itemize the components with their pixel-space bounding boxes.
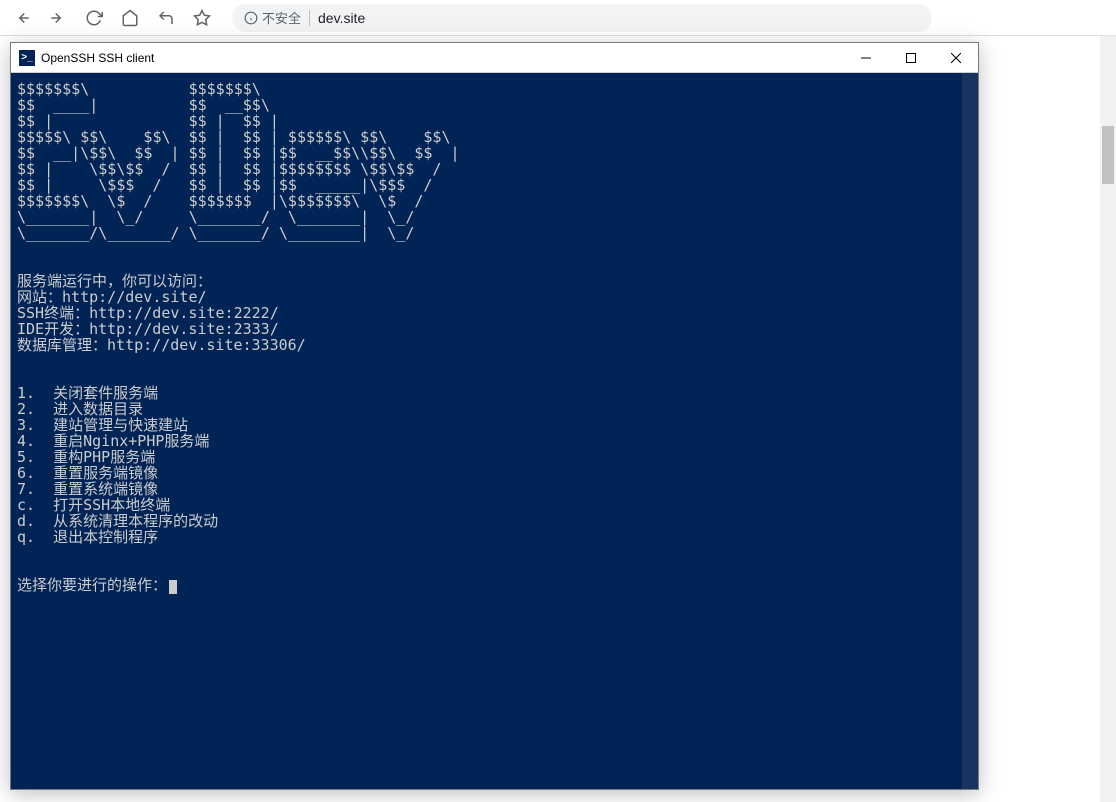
info-icon (244, 11, 258, 25)
browser-toolbar: 不安全 dev.site (0, 0, 1116, 36)
arrow-right-icon (49, 9, 67, 27)
terminal-body[interactable]: $$$$$$$\ $$$$$$$\ $$ ____| $$ __$$\ $$ |… (11, 73, 978, 789)
window-titlebar[interactable]: >_ OpenSSH SSH client (11, 43, 978, 73)
ascii-art-logo: $$$$$$$\ $$$$$$$\ $$ ____| $$ __$$\ $$ |… (17, 81, 974, 241)
powershell-icon: >_ (19, 50, 35, 66)
nav-bookmark-button[interactable] (188, 4, 216, 32)
star-icon (193, 9, 211, 27)
nav-home-button[interactable] (116, 4, 144, 32)
nav-forward-button[interactable] (44, 4, 72, 32)
nav-back-button[interactable] (8, 4, 36, 32)
close-button[interactable] (933, 43, 978, 72)
url-text: dev.site (318, 10, 365, 26)
undo-icon (157, 9, 175, 27)
insecure-badge: 不安全 (244, 8, 301, 27)
minimize-icon (861, 53, 871, 63)
powershell-icon-glyph: >_ (21, 52, 32, 63)
page-scrollbar[interactable] (1100, 36, 1116, 802)
reload-icon (85, 9, 103, 27)
home-icon (121, 9, 139, 27)
close-icon (951, 53, 961, 63)
insecure-label: 不安全 (262, 8, 301, 27)
terminal-output: 服务端运行中，你可以访问： 网站：http://dev.site/ SSH终端：… (17, 241, 974, 594)
terminal-window: >_ OpenSSH SSH client $$$$$$$\ $$$$$$$\ … (10, 42, 979, 790)
page-scrollbar-thumb[interactable] (1102, 126, 1114, 184)
terminal-cursor (169, 580, 177, 594)
maximize-button[interactable] (888, 43, 933, 72)
nav-reload-button[interactable] (80, 4, 108, 32)
address-bar[interactable]: 不安全 dev.site (232, 4, 932, 32)
terminal-scrollbar[interactable] (962, 73, 978, 789)
window-title: OpenSSH SSH client (41, 51, 843, 65)
maximize-icon (906, 53, 916, 63)
minimize-button[interactable] (843, 43, 888, 72)
window-controls (843, 43, 978, 72)
url-divider (309, 10, 310, 26)
arrow-left-icon (13, 9, 31, 27)
nav-undo-button[interactable] (152, 4, 180, 32)
